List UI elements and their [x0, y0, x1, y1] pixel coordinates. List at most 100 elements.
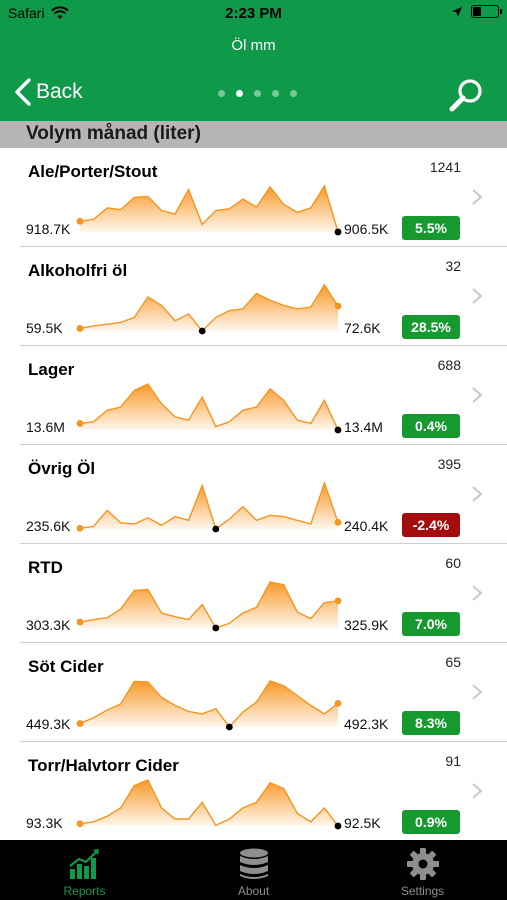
gear-icon	[407, 848, 439, 880]
change-badge: 28.5%	[402, 315, 460, 339]
sparkline-chart	[76, 581, 342, 632]
tab-label-settings: Settings	[400, 884, 445, 898]
sparkline-start-point	[76, 325, 84, 332]
sparkline-chart	[76, 383, 342, 434]
row-start-value: 59.5K	[26, 320, 63, 336]
sparkline-start-point	[76, 820, 84, 828]
row-count: 688	[437, 357, 461, 373]
row-count: 32	[445, 258, 461, 274]
list-item[interactable]: Torr/Halvtorr Cider 91 93.3K 92.5K 0.9%	[0, 742, 507, 840]
row-name: Söt Cider	[28, 657, 104, 676]
row-count: 1241	[429, 159, 461, 175]
list-item[interactable]: Övrig Öl 395 235.6K 240.4K -2.4%	[0, 445, 507, 544]
change-badge: 5.5%	[402, 216, 460, 240]
row-name: Alkoholfri öl	[28, 261, 128, 280]
nav-row: Back	[0, 72, 507, 116]
sparkline-start-point	[76, 420, 84, 427]
section-title: Volym månad (liter)	[26, 123, 201, 144]
list-item[interactable]: RTD 60 303.3K 325.9K 7.0%	[0, 544, 507, 643]
sparkline-chart	[76, 779, 342, 830]
row-name: Torr/Halvtorr Cider	[28, 756, 179, 775]
row-end-value: 906.5K	[344, 221, 389, 237]
row-end-value: 72.6K	[344, 320, 381, 336]
page-dot[interactable]	[290, 90, 297, 97]
page-dot[interactable]	[218, 90, 225, 97]
sparkline-end-point	[334, 699, 342, 707]
tab-label-about: About	[237, 884, 270, 898]
list-item[interactable]: Söt Cider 65 449.3K 492.3K 8.3%	[0, 643, 507, 742]
row-start-value: 93.3K	[26, 815, 63, 831]
sparkline-min-point	[334, 822, 342, 830]
chevron-right-icon	[472, 783, 483, 799]
tab-settings[interactable]: Settings	[338, 840, 507, 900]
sparkline-area	[80, 582, 338, 628]
row-end-value: 325.9K	[344, 617, 389, 633]
section-header: Volym månad (liter)	[0, 121, 507, 148]
page-indicator[interactable]	[218, 90, 297, 97]
row-name: Övrig Öl	[28, 459, 96, 478]
row-count: 65	[445, 654, 461, 670]
row-count: 91	[445, 753, 461, 769]
tab-about[interactable]: About	[169, 840, 338, 900]
row-end-value: 240.4K	[344, 518, 389, 534]
back-label: Back	[36, 80, 83, 103]
row-name: Ale/Porter/Stout	[28, 162, 158, 181]
sparkline-start-point	[76, 217, 84, 225]
row-start-value: 449.3K	[26, 716, 71, 732]
chevron-left-icon	[15, 78, 31, 106]
sparkline-min-point	[212, 525, 220, 533]
sparkline-chart	[76, 283, 342, 335]
row-start-value: 303.3K	[26, 617, 71, 633]
list-item[interactable]: Alkoholfri öl 32 59.5K 72.6K 28.5%	[0, 247, 507, 346]
app-title: Öl mm	[231, 37, 276, 54]
page-dot[interactable]	[254, 90, 261, 97]
page-dot[interactable]	[236, 90, 243, 97]
change-badge: 0.4%	[402, 414, 460, 438]
tab-reports[interactable]: Reports	[0, 840, 169, 900]
list-item[interactable]: Lager 688 13.6M 13.4M 0.4%	[0, 346, 507, 445]
status-bar: Safari 2:23 PM	[0, 0, 507, 28]
row-count: 60	[445, 555, 461, 571]
row-start-value: 13.6M	[26, 419, 65, 435]
sparkline-chart	[76, 184, 342, 236]
location-arrow-icon	[452, 6, 462, 17]
sparkline-end-point	[334, 518, 342, 526]
bar-chart-icon	[69, 849, 99, 879]
battery-icon	[471, 5, 502, 18]
row-end-value: 92.5K	[344, 815, 381, 831]
row-start-value: 235.6K	[26, 518, 71, 534]
chevron-right-icon	[472, 486, 483, 502]
sparkline-min-point	[198, 327, 206, 335]
sparkline-min-point	[334, 426, 342, 434]
sparkline-start-point	[76, 618, 84, 626]
row-end-value: 13.4M	[344, 419, 383, 435]
row-start-value: 918.7K	[26, 221, 71, 237]
sparkline-chart	[76, 480, 342, 533]
sparkline-area	[80, 780, 338, 826]
sparkline-area	[80, 681, 338, 727]
change-badge: -2.4%	[402, 513, 460, 537]
chevron-right-icon	[472, 684, 483, 700]
row-name: RTD	[28, 558, 63, 577]
row-count: 395	[437, 456, 461, 472]
tab-bar: Reports About Settings	[0, 840, 507, 900]
sparkline-end-point	[334, 302, 342, 310]
report-list: Ale/Porter/Stout 1241 918.7K 906.5K 5.5% Alko…	[0, 148, 507, 840]
sparkline-min-point	[212, 624, 220, 632]
change-badge: 0.9%	[402, 810, 460, 834]
status-right	[451, 5, 502, 18]
sparkline-start-point	[76, 524, 84, 532]
app-header: Safari 2:23 PM Öl mm Back	[0, 0, 507, 121]
list-item[interactable]: Ale/Porter/Stout 1241 918.7K 906.5K 5.5%	[0, 148, 507, 247]
change-badge: 8.3%	[402, 711, 460, 735]
chevron-right-icon	[472, 288, 483, 304]
chevron-right-icon	[472, 189, 483, 205]
search-button[interactable]	[447, 76, 487, 116]
sparkline-start-point	[76, 720, 84, 727]
row-end-value: 492.3K	[344, 716, 389, 732]
sparkline-end-point	[334, 597, 342, 605]
change-badge: 7.0%	[402, 612, 460, 636]
back-button[interactable]: Back	[14, 78, 83, 106]
page-dot[interactable]	[272, 90, 279, 97]
tab-label-reports: Reports	[63, 884, 106, 898]
